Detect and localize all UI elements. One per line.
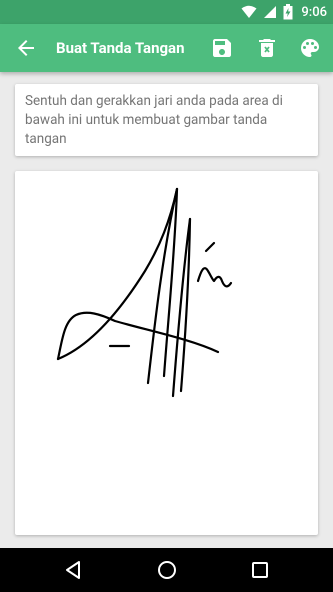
battery-icon	[283, 4, 293, 20]
status-time: 9:06	[301, 4, 327, 20]
signal-icon	[264, 6, 277, 18]
nav-recents-button[interactable]	[248, 558, 272, 582]
signature-stroke	[56, 311, 220, 361]
signature-drawing	[56, 187, 233, 398]
back-triangle-icon	[66, 561, 80, 579]
signature-pad[interactable]	[15, 171, 318, 535]
nav-home-button[interactable]	[155, 558, 179, 582]
page-title: Buat Tanda Tangan	[56, 39, 185, 57]
home-circle-icon	[158, 561, 176, 579]
instruction-card: Sentuh dan gerakkan jari anda pada area …	[15, 84, 318, 156]
signature-stroke	[204, 241, 216, 253]
app-bar: Buat Tanda Tangan	[0, 24, 333, 72]
save-icon	[213, 39, 231, 57]
navigation-bar	[0, 548, 333, 592]
delete-icon	[259, 39, 275, 57]
signature-stroke	[179, 217, 192, 393]
arrow-back-icon	[18, 40, 34, 56]
palette-button[interactable]	[298, 36, 322, 60]
save-button[interactable]	[210, 36, 234, 60]
signature-stroke	[196, 267, 233, 288]
back-button[interactable]	[14, 36, 38, 60]
status-bar: 9:06	[0, 0, 333, 24]
delete-button[interactable]	[255, 36, 279, 60]
wifi-icon	[241, 5, 257, 18]
palette-icon	[301, 39, 319, 57]
recents-square-icon	[252, 562, 268, 578]
signature-stroke	[146, 187, 179, 385]
instruction-text: Sentuh dan gerakkan jari anda pada area …	[25, 93, 283, 147]
nav-back-button[interactable]	[62, 558, 86, 582]
status-icons: 9:06	[241, 3, 327, 21]
